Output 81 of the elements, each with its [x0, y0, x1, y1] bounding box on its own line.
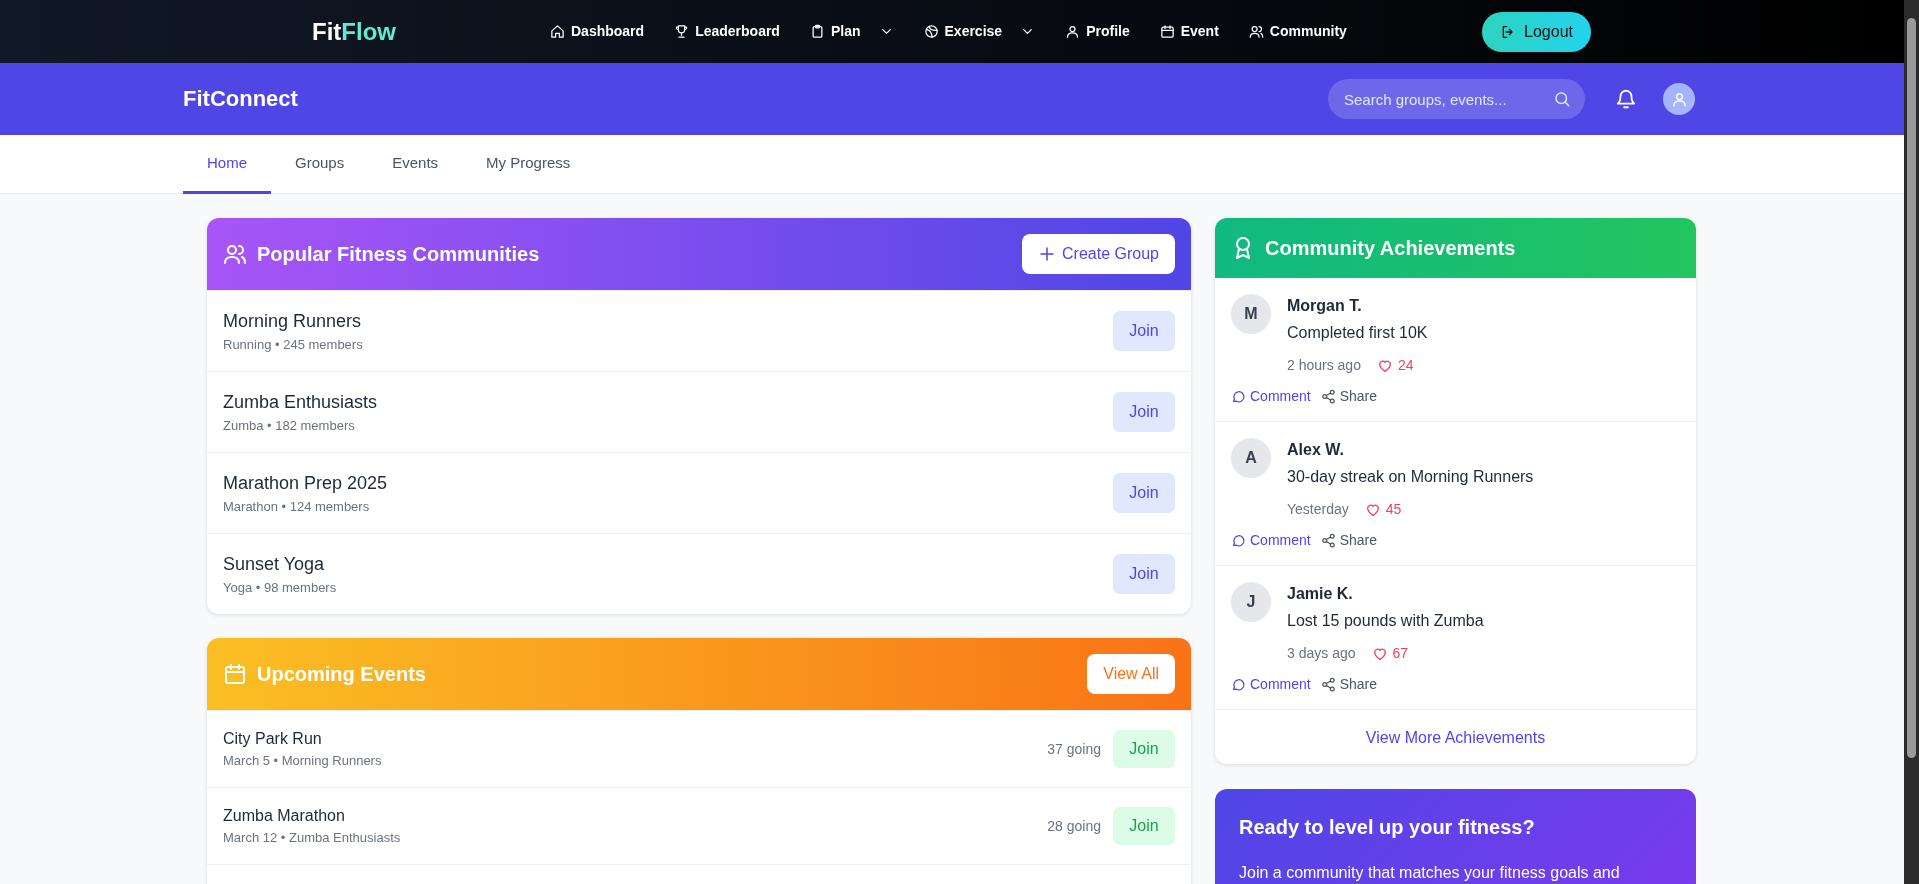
- avatar-button[interactable]: [1663, 83, 1695, 115]
- event-name: Zumba Marathon: [223, 806, 346, 827]
- nav-link[interactable]: Community: [1248, 21, 1347, 42]
- people-icon: [223, 242, 247, 266]
- group-meta: Marathon • 124 members: [223, 497, 371, 516]
- timestamp: 2 hours ago: [1287, 356, 1361, 375]
- timestamp: 3 days ago: [1287, 644, 1356, 663]
- group-meta: Zumba • 182 members: [223, 416, 356, 435]
- attendee-count: 37 going: [1047, 739, 1101, 759]
- avatar: J: [1231, 582, 1271, 622]
- house-icon: [550, 24, 565, 39]
- nav-link[interactable]: Event: [1159, 21, 1219, 42]
- join-button[interactable]: Join: [1113, 311, 1175, 351]
- event-meta: March 12 • Zumba Enthusiasts: [223, 829, 401, 848]
- group-name: Zumba Enthusiasts: [223, 390, 378, 414]
- join-button[interactable]: Join: [1113, 473, 1175, 513]
- calendar-icon: [1159, 24, 1175, 39]
- nav-link[interactable]: Profile: [1065, 21, 1130, 42]
- group-meta: Running • 245 members: [223, 335, 363, 354]
- nav-link[interactable]: Plan: [809, 21, 894, 42]
- ball-icon: [923, 24, 939, 39]
- promo-text: Join a community that matches your fitness goals and: [1239, 863, 1621, 883]
- calendar-icon: [223, 662, 247, 686]
- comment-icon: [1231, 677, 1246, 692]
- comment-icon: [1231, 389, 1246, 404]
- create-group-button[interactable]: Create Group: [1022, 234, 1175, 274]
- share-button[interactable]: Share: [1320, 386, 1378, 407]
- timestamp: Yesterday: [1287, 500, 1349, 519]
- bell-icon[interactable]: [1615, 88, 1637, 110]
- trophy-icon: [674, 24, 690, 39]
- card-title: Upcoming Events: [257, 662, 426, 686]
- nav-link[interactable]: Dashboard: [550, 21, 645, 42]
- comment-button[interactable]: Comment: [1231, 674, 1311, 695]
- clipboard-icon: [809, 24, 825, 39]
- tab[interactable]: Groups: [271, 135, 369, 194]
- page-title: FitConnect: [183, 85, 298, 113]
- comment-button[interactable]: Comment: [1231, 386, 1311, 407]
- people-icon: [1248, 24, 1264, 39]
- attendee-count: 28 going: [1047, 816, 1101, 836]
- share-button[interactable]: Share: [1320, 674, 1378, 695]
- tab[interactable]: Home: [183, 135, 271, 194]
- comment-button[interactable]: Comment: [1231, 530, 1311, 551]
- event-meta: March 5 • Morning Runners: [223, 752, 382, 771]
- card-title: Community Achievements: [1265, 236, 1516, 260]
- app-logo[interactable]: FitFlow: [312, 13, 412, 50]
- view-more-link[interactable]: View More Achievements: [1215, 710, 1696, 764]
- person-icon: [1670, 90, 1688, 108]
- search-icon: [1553, 90, 1571, 108]
- user-name: Alex W.: [1287, 440, 1345, 460]
- achievement-text: Completed first 10K: [1287, 323, 1428, 343]
- like-count[interactable]: 67: [1371, 643, 1409, 664]
- avatar: M: [1231, 294, 1271, 334]
- nav-link[interactable]: Leaderboard: [674, 21, 780, 42]
- scrollbar[interactable]: [1904, 0, 1919, 884]
- join-button[interactable]: Join: [1113, 392, 1175, 432]
- tab[interactable]: Events: [368, 135, 463, 194]
- share-button[interactable]: Share: [1320, 530, 1378, 551]
- tab[interactable]: My Progress: [462, 135, 595, 194]
- user-name: Jamie K.: [1287, 584, 1354, 604]
- group-name: Marathon Prep 2025: [223, 471, 388, 495]
- avatar: A: [1231, 438, 1271, 478]
- user-name: Morgan T.: [1287, 296, 1363, 316]
- nav-link[interactable]: Exercise: [923, 21, 1036, 42]
- share-icon: [1320, 677, 1336, 692]
- comment-icon: [1231, 533, 1246, 548]
- logout-button[interactable]: Logout: [1482, 11, 1591, 52]
- event-name: City Park Run: [223, 729, 323, 750]
- plus-icon: [1038, 245, 1057, 263]
- group-name: Morning Runners: [223, 309, 363, 333]
- join-button[interactable]: Join: [1113, 554, 1175, 594]
- achievement-text: Lost 15 pounds with Zumba: [1287, 611, 1484, 631]
- group-name: Sunset Yoga: [223, 552, 326, 576]
- achievement-text: 30-day streak on Morning Runners: [1287, 467, 1534, 487]
- card-title: Popular Fitness Communities: [257, 242, 540, 266]
- share-icon: [1320, 389, 1336, 404]
- like-count[interactable]: 45: [1364, 499, 1402, 520]
- like-count[interactable]: 24: [1376, 355, 1414, 376]
- share-icon: [1320, 533, 1336, 548]
- group-meta: Yoga • 98 members: [223, 578, 337, 597]
- person-icon: [1065, 24, 1081, 39]
- promo-title: Ready to level up your fitness?: [1239, 815, 1536, 839]
